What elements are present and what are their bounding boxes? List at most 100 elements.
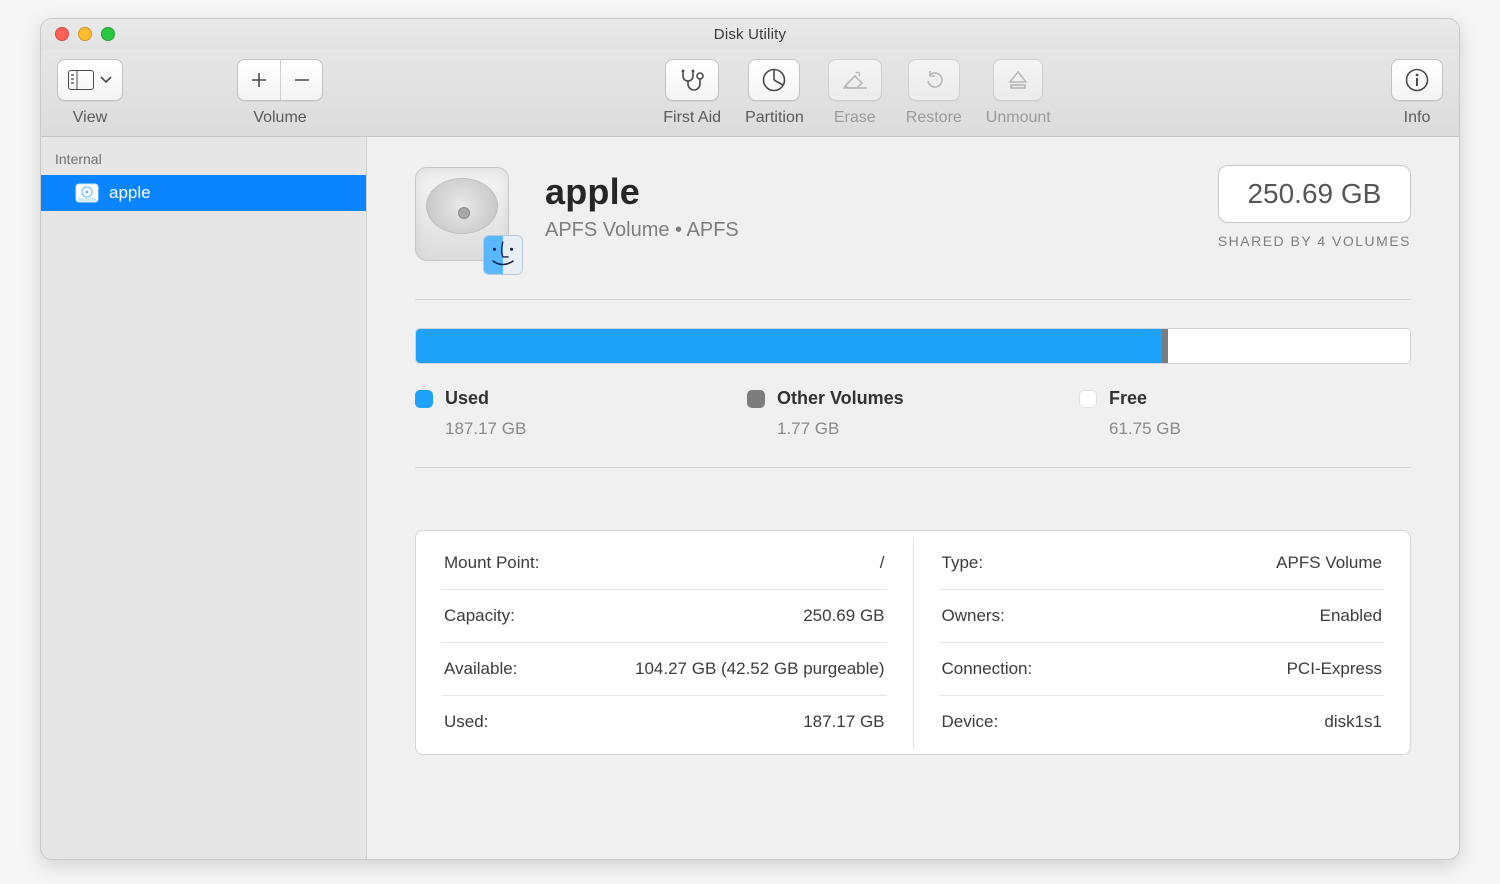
volume-subtitle: APFS Volume • APFS <box>545 219 1192 242</box>
detail-value: PCI-Express <box>1287 659 1382 679</box>
unmount-tool: Unmount <box>986 59 1051 127</box>
detail-key: Connection: <box>942 659 1033 679</box>
legend-free-label: Free <box>1109 388 1147 409</box>
restore-label: Restore <box>906 109 962 127</box>
main-pane: apple APFS Volume • APFS 250.69 GB SHARE… <box>367 137 1459 859</box>
pie-icon <box>761 67 787 93</box>
erase-label: Erase <box>834 109 876 127</box>
view-label: View <box>73 109 107 127</box>
details-left: Mount Point: / Capacity: 250.69 GB Availab… <box>416 537 913 748</box>
window-title: Disk Utility <box>41 26 1459 43</box>
volume-large-icon <box>415 167 519 271</box>
volume-icon <box>75 183 99 203</box>
sidebar-toggle-icon <box>68 70 94 90</box>
volume-name: apple <box>545 171 1192 213</box>
plus-icon <box>250 71 268 89</box>
unmount-label: Unmount <box>986 109 1051 127</box>
legend-other: Other Volumes 1.77 GB <box>747 388 1079 439</box>
volume-tool: Volume <box>237 59 323 127</box>
info-label: Info <box>1404 109 1431 127</box>
close-window-button[interactable] <box>55 27 69 41</box>
usage-bar-used <box>416 329 1162 363</box>
detail-key: Capacity: <box>444 606 515 626</box>
volume-segmented <box>237 59 323 101</box>
erase-tool: Erase <box>828 59 882 127</box>
legend-free: Free 61.75 GB <box>1079 388 1411 439</box>
volume-titles: apple APFS Volume • APFS <box>545 167 1192 242</box>
toolbar-center: First Aid Partition Erase <box>337 59 1391 127</box>
usage-bar-free <box>1168 329 1411 363</box>
add-volume-button[interactable] <box>238 60 280 100</box>
volume-label: Volume <box>253 109 306 127</box>
detail-row: Owners: Enabled <box>940 589 1385 642</box>
detail-key: Mount Point: <box>444 553 539 573</box>
detail-value: Enabled <box>1320 606 1382 626</box>
detail-value: APFS Volume <box>1276 553 1382 573</box>
swatch-used-icon <box>415 390 433 408</box>
first-aid-label: First Aid <box>663 109 721 127</box>
chevron-down-icon <box>100 76 112 84</box>
first-aid-button[interactable] <box>665 59 719 101</box>
detail-value: 187.17 GB <box>803 712 884 732</box>
capacity-value: 250.69 GB <box>1243 178 1386 210</box>
detail-row: Type: APFS Volume <box>940 537 1385 589</box>
legend-used-value: 187.17 GB <box>445 419 747 439</box>
detail-value: 250.69 GB <box>803 606 884 626</box>
capacity-box: 250.69 GB <box>1218 165 1411 223</box>
legend-other-value: 1.77 GB <box>777 419 1079 439</box>
volume-header: apple APFS Volume • APFS 250.69 GB SHARE… <box>415 167 1411 271</box>
detail-key: Available: <box>444 659 517 679</box>
erase-button[interactable] <box>828 59 882 101</box>
sidebar: Internal apple <box>41 137 367 859</box>
partition-button[interactable] <box>748 59 800 101</box>
titlebar: Disk Utility <box>41 19 1459 49</box>
remove-volume-button[interactable] <box>280 60 322 100</box>
detail-key: Device: <box>942 712 999 732</box>
capacity-shared: SHARED BY 4 VOLUMES <box>1218 233 1411 249</box>
swatch-other-icon <box>747 390 765 408</box>
sidebar-item-label: apple <box>109 183 151 203</box>
usage-bar <box>415 328 1411 364</box>
restore-button[interactable] <box>908 59 960 101</box>
detail-value: disk1s1 <box>1324 712 1382 732</box>
minus-icon <box>293 71 311 89</box>
zoom-window-button[interactable] <box>101 27 115 41</box>
eject-icon <box>1006 68 1030 92</box>
legend-used-label: Used <box>445 388 489 409</box>
details-right: Type: APFS Volume Owners: Enabled Connecti… <box>913 537 1411 748</box>
detail-key: Used: <box>444 712 488 732</box>
window-controls <box>55 27 115 41</box>
detail-key: Owners: <box>942 606 1005 626</box>
first-aid-tool: First Aid <box>663 59 721 127</box>
toolbar: View Volume <box>41 49 1459 137</box>
legend-free-value: 61.75 GB <box>1109 419 1411 439</box>
view-button[interactable] <box>57 59 123 101</box>
detail-row: Mount Point: / <box>442 537 887 589</box>
sidebar-item-apple[interactable]: apple <box>41 175 366 211</box>
restore-icon <box>921 67 947 93</box>
unmount-button[interactable] <box>993 59 1043 101</box>
detail-key: Type: <box>942 553 984 573</box>
info-icon <box>1404 67 1430 93</box>
detail-row: Capacity: 250.69 GB <box>442 589 887 642</box>
sidebar-section-internal: Internal <box>41 151 366 175</box>
stethoscope-icon <box>678 68 706 92</box>
detail-value: 104.27 GB (42.52 GB purgeable) <box>635 659 885 679</box>
disk-utility-window: Disk Utility View <box>40 18 1460 860</box>
legend-used: Used 187.17 GB <box>415 388 747 439</box>
info-tool: Info <box>1391 59 1443 127</box>
restore-tool: Restore <box>906 59 962 127</box>
partition-label: Partition <box>745 109 804 127</box>
detail-row: Connection: PCI-Express <box>940 642 1385 695</box>
finder-badge-icon <box>483 235 523 275</box>
detail-row: Device: disk1s1 <box>940 695 1385 748</box>
usage-legend: Used 187.17 GB Other Volumes 1.77 GB Fre… <box>415 388 1411 439</box>
info-button[interactable] <box>1391 59 1443 101</box>
eraser-icon <box>841 68 869 92</box>
capacity-block: 250.69 GB SHARED BY 4 VOLUMES <box>1218 167 1411 249</box>
detail-value: / <box>880 553 885 573</box>
minimize-window-button[interactable] <box>78 27 92 41</box>
separator <box>415 299 1411 300</box>
partition-tool: Partition <box>745 59 804 127</box>
separator <box>415 467 1411 468</box>
